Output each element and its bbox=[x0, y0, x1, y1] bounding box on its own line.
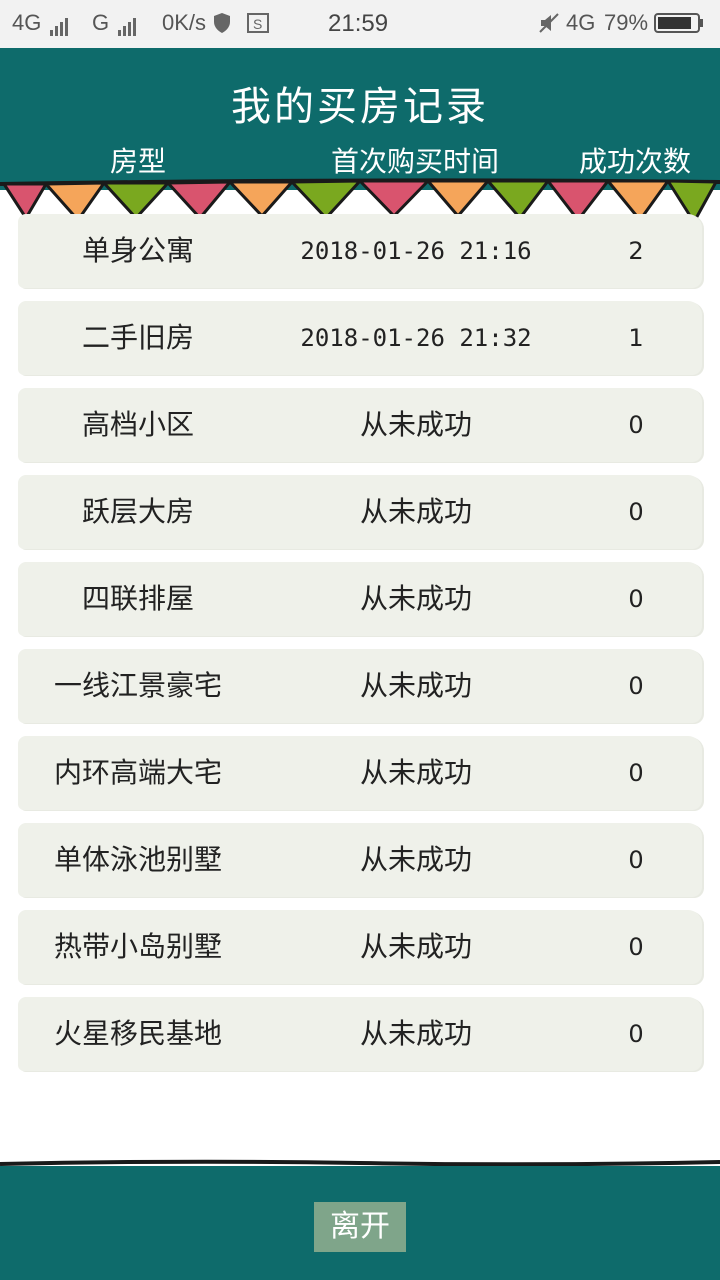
success-count: 0 bbox=[628, 411, 644, 439]
success-count: 0 bbox=[628, 759, 644, 787]
house-type: 内环高端大宅 bbox=[53, 756, 222, 789]
first-purchase-time: 从未成功 bbox=[359, 408, 472, 441]
clock: 21:59 bbox=[328, 10, 389, 37]
status-bar: 4G G 0K/s S 21:59 4G 79% bbox=[0, 0, 720, 48]
success-count: 0 bbox=[628, 672, 644, 700]
success-count: 2 bbox=[628, 237, 644, 265]
first-purchase-time: 从未成功 bbox=[359, 843, 472, 876]
mute-icon bbox=[538, 12, 560, 40]
shield-icon bbox=[212, 12, 232, 40]
table-row: 高档小区 从未成功 0 bbox=[18, 388, 702, 462]
house-type: 四联排屋 bbox=[81, 582, 194, 615]
success-count: 0 bbox=[628, 585, 644, 613]
table-row: 四联排屋 从未成功 0 bbox=[18, 562, 702, 636]
network-label: 4G bbox=[12, 10, 42, 35]
first-purchase-time: 2018-01-26 21:16 bbox=[300, 237, 532, 265]
network-label-2: G bbox=[92, 10, 110, 35]
network-indicator-2: G bbox=[92, 10, 138, 36]
first-purchase-time: 从未成功 bbox=[359, 930, 472, 963]
column-header-success-count: 成功次数 bbox=[578, 145, 691, 178]
first-purchase-time: 从未成功 bbox=[359, 756, 472, 789]
column-header-type: 房型 bbox=[109, 145, 166, 178]
table-row: 内环高端大宅 从未成功 0 bbox=[18, 736, 702, 810]
success-count: 0 bbox=[628, 846, 644, 874]
house-type: 一线江景豪宅 bbox=[53, 669, 222, 702]
house-type: 单体泳池别墅 bbox=[53, 843, 222, 876]
table-row: 二手旧房 2018-01-26 21:32 1 bbox=[18, 301, 702, 375]
table-row: 单体泳池别墅 从未成功 0 bbox=[18, 823, 702, 897]
table-row: 一线江景豪宅 从未成功 0 bbox=[18, 649, 702, 723]
first-purchase-time: 从未成功 bbox=[359, 582, 472, 615]
first-purchase-time: 2018-01-26 21:32 bbox=[300, 324, 532, 352]
first-purchase-time: 从未成功 bbox=[359, 1017, 472, 1050]
signal-icon bbox=[50, 10, 70, 36]
success-count: 0 bbox=[628, 498, 644, 526]
page-title: 我的买房记录 bbox=[231, 84, 489, 130]
signal-icon bbox=[118, 10, 138, 36]
success-count: 0 bbox=[628, 1020, 644, 1048]
house-type: 火星移民基地 bbox=[53, 1017, 222, 1050]
house-type: 跃层大房 bbox=[81, 495, 194, 528]
table-row: 单身公寓 2018-01-26 21:16 2 bbox=[18, 214, 702, 288]
table-row: 热带小岛别墅 从未成功 0 bbox=[18, 910, 702, 984]
house-type: 热带小岛别墅 bbox=[53, 930, 222, 963]
battery-icon bbox=[654, 12, 704, 40]
first-purchase-time: 从未成功 bbox=[359, 669, 472, 702]
house-type: 高档小区 bbox=[81, 408, 194, 441]
sim-icon: S bbox=[246, 12, 270, 40]
header: 我的买房记录 房型 首次购买时间 成功次数 bbox=[0, 48, 720, 190]
house-type: 二手旧房 bbox=[81, 321, 194, 354]
footer: 离开 bbox=[0, 1166, 720, 1280]
leave-button[interactable]: 离开 bbox=[314, 1202, 406, 1252]
house-type: 单身公寓 bbox=[81, 234, 194, 267]
success-count: 1 bbox=[628, 324, 644, 352]
battery-percent: 79% bbox=[604, 10, 649, 35]
network-4g: 4G bbox=[566, 10, 596, 35]
network-indicator: 4G bbox=[12, 10, 70, 36]
svg-text:S: S bbox=[253, 16, 262, 32]
table-row: 火星移民基地 从未成功 0 bbox=[18, 997, 702, 1071]
network-speed: 0K/s bbox=[162, 10, 207, 35]
success-count: 0 bbox=[628, 933, 644, 961]
column-header-first-purchase-time: 首次购买时间 bbox=[330, 145, 499, 178]
table-row: 跃层大房 从未成功 0 bbox=[18, 475, 702, 549]
first-purchase-time: 从未成功 bbox=[359, 495, 472, 528]
